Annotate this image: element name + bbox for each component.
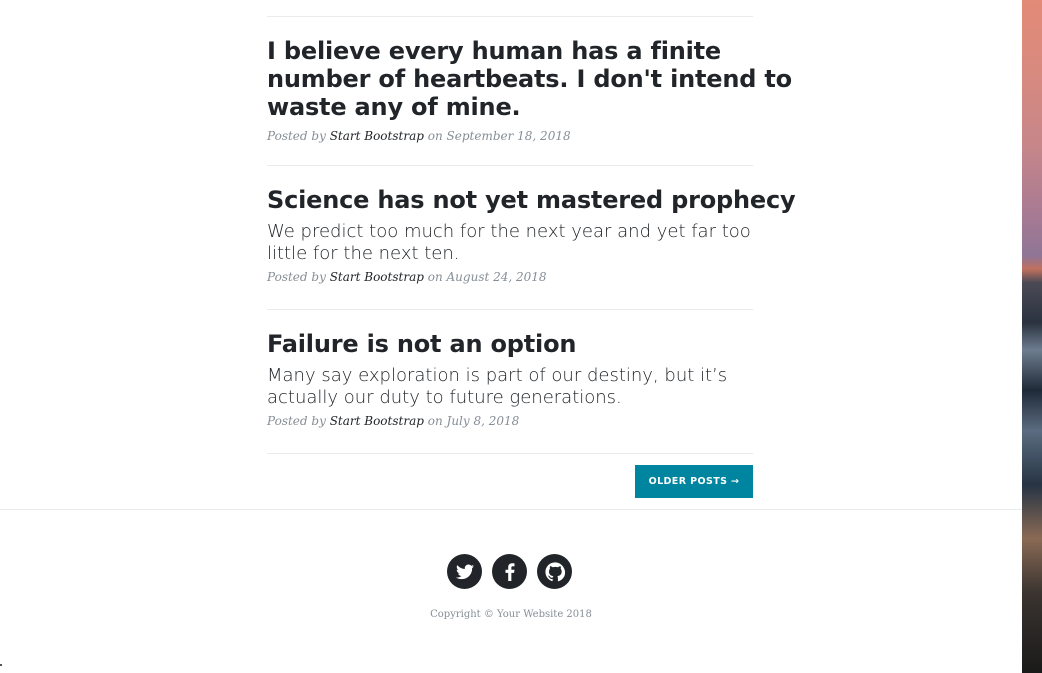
post-meta-on: on bbox=[427, 129, 443, 143]
twitter-icon bbox=[455, 564, 474, 579]
post-meta-on: on bbox=[427, 270, 443, 284]
older-posts-button[interactable]: OLDER POSTS → bbox=[635, 465, 753, 498]
post-date: September 18, 2018 bbox=[446, 129, 571, 143]
divider bbox=[267, 16, 753, 17]
post-meta: Posted by Start Bootstrap on July 8, 201… bbox=[267, 413, 727, 429]
github-link[interactable] bbox=[537, 554, 572, 589]
post-title[interactable]: Science has not yet mastered prophecy bbox=[267, 186, 796, 214]
facebook-link[interactable] bbox=[492, 554, 527, 589]
post-date: July 8, 2018 bbox=[446, 414, 520, 428]
post-subtitle[interactable]: We predict too much for the next year an… bbox=[267, 221, 795, 265]
post-preview[interactable]: Science has not yet mastered prophecy We… bbox=[267, 186, 796, 285]
post-title[interactable]: Failure is not an option bbox=[267, 330, 727, 358]
twitter-link[interactable] bbox=[447, 554, 482, 589]
post-meta-prefix: Posted by bbox=[267, 129, 326, 143]
copyright-text: Copyright © Your Website 2018 bbox=[430, 609, 592, 620]
footer-divider bbox=[0, 509, 1022, 510]
facebook-icon bbox=[505, 562, 514, 581]
post-meta-on: on bbox=[427, 414, 443, 428]
divider bbox=[267, 309, 753, 310]
post-subtitle[interactable]: Many say exploration is part of our dest… bbox=[267, 365, 727, 409]
post-subtitle-line[interactable]: We predict too much for the next year an… bbox=[267, 221, 795, 243]
corner-mark bbox=[0, 664, 2, 666]
post-meta-prefix: Posted by bbox=[267, 414, 326, 428]
post-author-link[interactable]: Start Bootstrap bbox=[330, 270, 424, 284]
post-subtitle-line[interactable]: actually our duty to future generations. bbox=[267, 387, 727, 409]
background-image-strip bbox=[1022, 0, 1042, 673]
post-subtitle-line[interactable]: Many say exploration is part of our dest… bbox=[267, 365, 727, 387]
page: I believe every human has a finite numbe… bbox=[0, 0, 1022, 667]
post-meta: Posted by Start Bootstrap on August 24, … bbox=[267, 269, 795, 285]
post-preview[interactable]: Failure is not an option Many say explor… bbox=[267, 330, 727, 429]
post-title-line[interactable]: waste any of mine. bbox=[267, 93, 792, 121]
post-meta-prefix: Posted by bbox=[267, 270, 326, 284]
post-date: August 24, 2018 bbox=[446, 270, 547, 284]
post-title-line[interactable]: Failure is not an option bbox=[267, 330, 727, 358]
post-title-line[interactable]: Science has not yet mastered prophecy bbox=[267, 186, 796, 214]
github-icon bbox=[544, 561, 565, 581]
social-links bbox=[447, 554, 573, 590]
older-posts-label: OLDER POSTS → bbox=[648, 476, 740, 487]
post-preview[interactable]: I believe every human has a finite numbe… bbox=[267, 37, 792, 144]
post-title-line[interactable]: number of heartbeats. I don't intend to bbox=[267, 65, 792, 93]
post-subtitle-line[interactable]: little for the next ten. bbox=[267, 243, 795, 265]
post-title-line[interactable]: I believe every human has a finite bbox=[267, 37, 792, 65]
divider bbox=[267, 165, 753, 166]
post-title[interactable]: I believe every human has a finite numbe… bbox=[267, 37, 792, 121]
divider bbox=[267, 453, 753, 454]
post-author-link[interactable]: Start Bootstrap bbox=[330, 129, 424, 143]
post-meta: Posted by Start Bootstrap on September 1… bbox=[267, 128, 792, 144]
post-author-link[interactable]: Start Bootstrap bbox=[330, 414, 424, 428]
